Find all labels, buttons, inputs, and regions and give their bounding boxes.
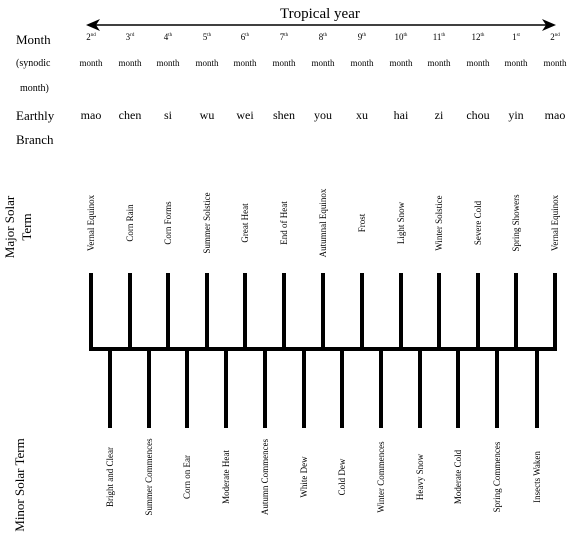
major-solar-term: Vernal Equinox — [550, 194, 560, 252]
minor-solar-term: Corn on Ear — [182, 455, 192, 499]
major-label-line1: Major Solar — [2, 195, 17, 259]
ordinal-suffix: th — [284, 33, 289, 38]
month-ordinal: 2nd — [71, 32, 111, 42]
minor-solar-term: Spring Commences — [492, 441, 502, 513]
minor-solar-term: Insects Waken — [532, 451, 542, 503]
month-ordinal: 12th — [458, 32, 498, 42]
month-ordinal: 4th — [148, 32, 188, 42]
ordinal-suffix: th — [480, 33, 485, 38]
earthly-branch: chou — [466, 108, 490, 122]
ordinal-suffix: th — [403, 33, 408, 38]
minor-solar-term: Moderate Cold — [453, 449, 463, 505]
ordinal-suffix: th — [323, 33, 328, 38]
month-unit: month — [466, 58, 490, 68]
synodic-label-1: (synodic — [16, 58, 51, 69]
ordinal-suffix: th — [362, 33, 367, 38]
earthly-branch: zi — [434, 108, 444, 122]
major-solar-term: Autumnal Equinox — [318, 188, 328, 258]
earthly-branch: wu — [199, 108, 215, 122]
minor-solar-term: Winter Commences — [376, 441, 386, 513]
branch-label: Branch — [16, 132, 54, 147]
ordinal-number: 12 — [471, 32, 481, 42]
major-solar-term: Corn Rain — [125, 204, 135, 242]
month-ordinal: 7th — [264, 32, 304, 42]
ordinal-suffix: th — [441, 33, 446, 38]
ordinal-number: 10 — [394, 32, 404, 42]
major-solar-term: Winter Solstice — [434, 195, 444, 251]
major-solar-term: Spring Showers — [511, 194, 521, 252]
earthly-branch: you — [314, 108, 332, 122]
month-unit: month — [389, 58, 413, 68]
month-unit: month — [427, 58, 451, 68]
month-unit: month — [118, 58, 142, 68]
month-ordinal: 3rd — [110, 32, 150, 42]
earthly-branch: yin — [508, 108, 524, 122]
major-solar-term: Frost — [357, 213, 367, 233]
earthly-branch: wei — [236, 108, 254, 122]
major-solar-term: Severe Cold — [473, 200, 483, 246]
month-ordinal: 5th — [187, 32, 227, 42]
month-unit: month — [233, 58, 257, 68]
minor-solar-term: Summer Commences — [144, 438, 154, 516]
ordinal-suffix: th — [207, 33, 212, 38]
earthly-branch: hai — [393, 108, 409, 122]
ordinal-suffix: st — [516, 33, 520, 38]
minor-solar-term: Cold Dew — [337, 458, 347, 496]
month-unit: month — [350, 58, 374, 68]
month-ordinal: 11th — [419, 32, 459, 42]
month-unit: month — [543, 58, 567, 68]
month-ordinal: 9th — [342, 32, 382, 42]
month-unit: month — [156, 58, 180, 68]
earthly-branch: mao — [544, 108, 566, 122]
tropical-year-arrow — [86, 19, 556, 31]
ordinal-suffix: nd — [90, 33, 96, 38]
month-label: Month — [16, 32, 51, 47]
minor-solar-term: Moderate Heat — [221, 450, 231, 504]
major-solar-term: Corn Forms — [163, 201, 173, 245]
month-ordinal: 8th — [303, 32, 343, 42]
ordinal-suffix: rd — [130, 33, 135, 38]
month-ordinal: 6th — [225, 32, 265, 42]
major-solar-term: Summer Solstice — [202, 192, 212, 254]
ordinal-suffix: nd — [554, 33, 560, 38]
major-solar-term: Vernal Equinox — [86, 194, 96, 252]
earthly-branch: chen — [118, 108, 142, 122]
month-unit: month — [272, 58, 296, 68]
minor-solar-term-label: Minor Solar Term — [12, 438, 27, 532]
minor-solar-term: Heavy Snow — [415, 453, 425, 501]
major-label-line2: Term — [19, 213, 34, 241]
major-solar-term: Great Heat — [240, 203, 250, 243]
ordinal-suffix: th — [168, 33, 173, 38]
earthly-label: Earthly — [16, 108, 55, 123]
month-unit: month — [311, 58, 335, 68]
major-solar-term-label: Major Solar Term — [1, 192, 35, 262]
minor-solar-term: Bright and Clear — [105, 447, 115, 507]
earthly-branch: mao — [80, 108, 102, 122]
month-ordinal: 10th — [381, 32, 421, 42]
major-solar-term: Light Snow — [396, 201, 406, 245]
earthly-branch: shen — [273, 108, 295, 122]
month-unit: month — [195, 58, 219, 68]
month-ordinal: 2nd — [535, 32, 575, 42]
minor-solar-term: Autumn Commences — [260, 438, 270, 516]
month-unit: month — [504, 58, 528, 68]
ordinal-suffix: th — [245, 33, 250, 38]
minor-solar-term: White Dew — [299, 456, 309, 498]
month-unit: month — [79, 58, 103, 68]
major-solar-term: End of Heat — [279, 201, 289, 245]
earthly-branch: si — [163, 108, 172, 122]
month-ordinal: 1st — [496, 32, 536, 42]
synodic-label-2: month) — [20, 83, 49, 94]
earthly-branch: xu — [356, 108, 368, 122]
